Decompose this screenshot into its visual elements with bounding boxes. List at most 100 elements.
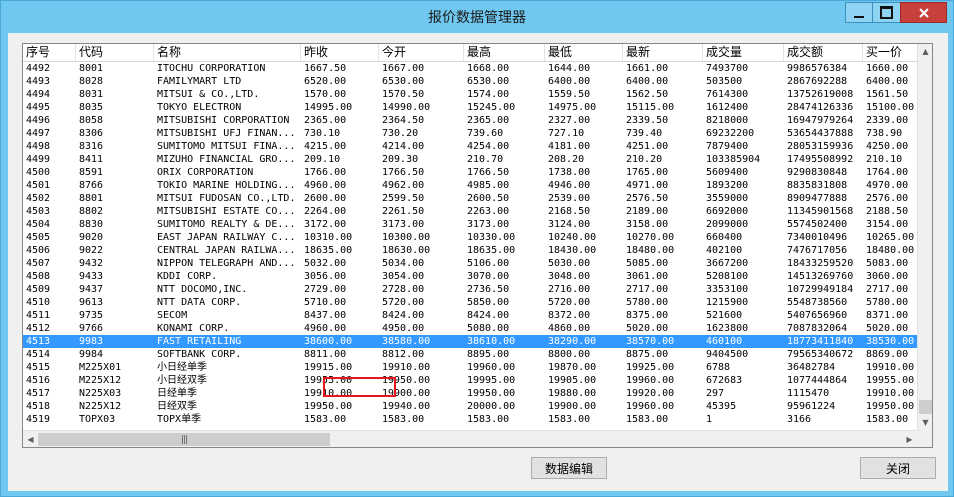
cell-high: 8895.00 xyxy=(467,349,510,360)
table-row[interactable]: 4514 9984 SOFTBANK CORP. 8811.00 8812.00 8895… xyxy=(23,348,932,361)
cell-seq: 4519 xyxy=(26,414,51,425)
table-row[interactable]: 4499 8411 MIZUHO FINANCIAL GRO... 209.10 209… xyxy=(23,153,932,166)
quote-data-table[interactable]: 序号 代码 名称 昨收 今开 最高 最低 最新 成交量 成交额 买一价 4492 8001 ITOCHU… xyxy=(22,43,933,448)
cell-last: 8875.00 xyxy=(626,349,669,360)
table-row[interactable]: 4502 8801 MITSUI FUDOSAN CO.,LTD. 2600.00 25… xyxy=(23,192,932,205)
cell-name: SECOM xyxy=(157,310,188,321)
cell-low: 18430.00 xyxy=(548,245,597,256)
cell-prev-close: 8811.00 xyxy=(304,349,347,360)
column-header-seq[interactable]: 序号 xyxy=(23,44,76,61)
cell-open: 209.30 xyxy=(382,154,419,165)
cell-seq: 4504 xyxy=(26,219,51,230)
cell-high: 1583.00 xyxy=(467,414,510,425)
cell-prev-close: 5032.00 xyxy=(304,258,347,269)
cell-last: 8375.00 xyxy=(626,310,669,321)
cell-volume: 521600 xyxy=(706,310,743,321)
cell-code: 8028 xyxy=(79,76,104,87)
cell-code: N225X12 xyxy=(79,401,122,412)
cell-seq: 4503 xyxy=(26,206,51,217)
cell-seq: 4508 xyxy=(26,271,51,282)
scroll-right-icon[interactable]: ▶ xyxy=(902,432,917,447)
table-row[interactable]: 4498 8316 SUMITOMO MITSUI FINA... 4215.00 42… xyxy=(23,140,932,153)
cell-turnover: 13752619008 xyxy=(787,89,854,100)
cell-turnover: 8835831808 xyxy=(787,180,848,191)
maximize-button[interactable] xyxy=(872,2,901,23)
table-row[interactable]: 4509 9437 NTT DOCOMO,INC. 2729.00 2728.00 273… xyxy=(23,283,932,296)
column-header-high[interactable]: 最高 xyxy=(464,44,545,61)
cell-volume: 7493700 xyxy=(706,63,749,74)
column-header-bid1[interactable]: 买一价 xyxy=(863,44,923,61)
table-row[interactable]: 4516 M225X12 小日经双季 19955.00 19950.00 19995.00… xyxy=(23,374,932,387)
column-header-turnover[interactable]: 成交额 xyxy=(784,44,863,61)
table-row[interactable]: 4493 8028 FAMILYMART LTD 6520.00 6530.00 6530… xyxy=(23,75,932,88)
scroll-up-icon[interactable]: ▲ xyxy=(918,44,932,59)
column-header-low[interactable]: 最低 xyxy=(545,44,623,61)
vertical-scroll-thumb[interactable] xyxy=(919,400,932,414)
cell-last: 18480.00 xyxy=(626,245,675,256)
table-row[interactable]: 4510 9613 NTT DATA CORP. 5710.00 5720.00 5850… xyxy=(23,296,932,309)
table-row[interactable]: 4511 9735 SECOM 8437.00 8424.00 8424.00 8372.0… xyxy=(23,309,932,322)
cell-bid1: 2188.50 xyxy=(866,206,909,217)
horizontal-scrollbar[interactable]: ◀ ||| ▶ xyxy=(23,430,917,447)
table-row[interactable]: 4497 8306 MITSUBISHI UFJ FINAN... 730.10 730… xyxy=(23,127,932,140)
title-bar[interactable]: 报价数据管理器 xyxy=(1,1,953,33)
cell-seq: 4499 xyxy=(26,154,51,165)
table-row[interactable]: 4495 8035 TOKYO ELECTRON 14995.00 14990.00 15… xyxy=(23,101,932,114)
table-row[interactable]: 4503 8802 MITSUBISHI ESTATE CO... 2264.00 22… xyxy=(23,205,932,218)
cell-seq: 4512 xyxy=(26,323,51,334)
table-row[interactable]: 4504 8830 SUMITOMO REALTY & DE... 3172.00 31… xyxy=(23,218,932,231)
table-row[interactable]: 4515 M225X01 小日经单季 19915.00 19910.00 19960.00… xyxy=(23,361,932,374)
column-header-name[interactable]: 名称 xyxy=(154,44,301,61)
edit-data-button[interactable]: 数据编辑 xyxy=(531,457,607,479)
column-header-open[interactable]: 今开 xyxy=(379,44,464,61)
table-row[interactable]: 4501 8766 TOKIO MARINE HOLDING... 4960.00 49… xyxy=(23,179,932,192)
cell-open: 730.20 xyxy=(382,128,419,139)
column-header-volume[interactable]: 成交量 xyxy=(703,44,784,61)
table-row[interactable]: 4492 8001 ITOCHU CORPORATION 1667.50 1667.00… xyxy=(23,62,932,75)
horizontal-scroll-thumb[interactable]: ||| xyxy=(38,433,330,446)
table-row[interactable]: 4512 9766 KONAMI CORP. 4960.00 4950.00 5080.0… xyxy=(23,322,932,335)
close-button[interactable]: 关闭 xyxy=(860,457,936,479)
cell-last: 2189.00 xyxy=(626,206,669,217)
table-row[interactable]: 4506 9022 CENTRAL JAPAN RAILWA... 18635.00 1… xyxy=(23,244,932,257)
cell-last: 1583.00 xyxy=(626,414,669,425)
vertical-scrollbar[interactable]: ▲ ▼ xyxy=(917,44,932,430)
scroll-down-icon[interactable]: ▼ xyxy=(918,415,932,430)
cell-code: M225X12 xyxy=(79,375,122,386)
scroll-left-icon[interactable]: ◀ xyxy=(23,432,38,447)
cell-open: 19950.00 xyxy=(382,375,431,386)
close-window-button[interactable] xyxy=(900,2,947,23)
cell-bid1: 8371.00 xyxy=(866,310,909,321)
cell-last: 10270.00 xyxy=(626,232,675,243)
table-row[interactable]: 4508 9433 KDDI CORP. 3056.00 3054.00 3070.00 3… xyxy=(23,270,932,283)
table-row[interactable]: 4496 8058 MITSUBISHI CORPORATION 2365.00 236… xyxy=(23,114,932,127)
cell-prev-close: 730.10 xyxy=(304,128,341,139)
column-header-code[interactable]: 代码 xyxy=(76,44,154,61)
table-row[interactable]: 4500 8591 ORIX CORPORATION 1766.00 1766.50 17… xyxy=(23,166,932,179)
column-header-last[interactable]: 最新 xyxy=(623,44,703,61)
cell-bid1: 2717.00 xyxy=(866,284,909,295)
table-row[interactable]: 4507 9432 NIPPON TELEGRAPH AND... 5032.00 50… xyxy=(23,257,932,270)
cell-code: 9020 xyxy=(79,232,104,243)
table-row[interactable]: 4494 8031 MITSUI & CO.,LTD. 1570.00 1570.50 1… xyxy=(23,88,932,101)
cell-turnover: 7340010496 xyxy=(787,232,848,243)
table-row-selected[interactable]: 4513 9983 FAST RETAILING 38600.00 38580.00 38… xyxy=(23,335,932,348)
minimize-button[interactable] xyxy=(845,2,873,23)
cell-last: 1562.50 xyxy=(626,89,669,100)
cell-low: 19880.00 xyxy=(548,388,597,399)
column-header-prev-close[interactable]: 昨收 xyxy=(301,44,379,61)
table-row[interactable]: 4505 9020 EAST JAPAN RAILWAY C... 10310.00 1… xyxy=(23,231,932,244)
cell-turnover: 10729949184 xyxy=(787,284,854,295)
cell-high: 3173.00 xyxy=(467,219,510,230)
cell-turnover: 1115470 xyxy=(787,388,830,399)
table-row[interactable]: 4519 TOPX03 TOPX单季 1583.00 1583.00 1583.00 158… xyxy=(23,413,932,426)
cell-prev-close: 5710.00 xyxy=(304,297,347,308)
cell-volume: 297 xyxy=(706,388,725,399)
cell-prev-close: 6520.00 xyxy=(304,76,347,87)
cell-high: 20000.00 xyxy=(467,401,516,412)
cell-bid1: 4250.00 xyxy=(866,141,909,152)
table-row[interactable]: 4518 N225X12 日经双季 19950.00 19940.00 20000.00 1… xyxy=(23,400,932,413)
table-row[interactable]: 4517 N225X03 日经单季 19910.00 19900.00 19950.00 1… xyxy=(23,387,932,400)
cell-open: 18630.00 xyxy=(382,245,431,256)
cell-name: FAMILYMART LTD xyxy=(157,76,242,87)
